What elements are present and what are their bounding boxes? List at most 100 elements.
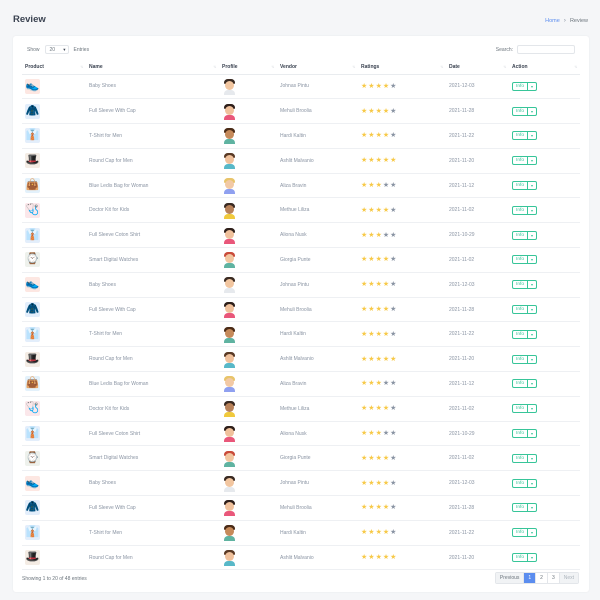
column-header-vendor[interactable]: Vendor ↑↓: [277, 60, 358, 75]
caret-down-icon[interactable]: ▾: [528, 156, 538, 166]
search-input[interactable]: [517, 45, 575, 54]
woman-curly-icon[interactable]: [222, 127, 237, 145]
info-button[interactable]: Info: [512, 81, 529, 91]
man-beard-icon[interactable]: [222, 78, 237, 95]
bag-icon[interactable]: 👜: [25, 178, 40, 194]
info-button[interactable]: Info: [512, 478, 529, 488]
shirt-icon[interactable]: 👔: [25, 227, 40, 243]
shoe-icon[interactable]: 👟: [25, 475, 40, 491]
hat-icon[interactable]: 🎩: [25, 550, 40, 566]
caret-down-icon[interactable]: ▾: [528, 503, 538, 513]
info-button[interactable]: Info: [512, 528, 529, 538]
caret-down-icon[interactable]: ▾: [528, 205, 538, 215]
info-button[interactable]: Info: [512, 503, 529, 513]
hoodie-icon[interactable]: 🧥: [25, 103, 40, 119]
info-button[interactable]: Info: [512, 453, 529, 463]
man-icon[interactable]: [222, 152, 237, 170]
info-button[interactable]: Info: [512, 280, 529, 290]
stethoscope-icon[interactable]: 🩺: [25, 401, 40, 417]
caret-down-icon[interactable]: ▾: [528, 453, 538, 463]
hoodie-icon[interactable]: 🧥: [25, 500, 40, 516]
woman-curly-icon[interactable]: [222, 524, 237, 542]
woman-blonde-icon[interactable]: [222, 375, 237, 393]
info-button[interactable]: Info: [512, 553, 529, 563]
info-button[interactable]: Info: [512, 404, 529, 414]
caret-down-icon[interactable]: ▾: [528, 429, 538, 439]
man-red-icon[interactable]: [222, 450, 237, 467]
woman-curly-icon[interactable]: [222, 326, 237, 343]
info-button[interactable]: Info: [512, 429, 529, 439]
caret-down-icon[interactable]: ▾: [528, 379, 538, 389]
previous-button[interactable]: Previous: [495, 573, 525, 583]
caret-down-icon[interactable]: ▾: [528, 81, 538, 91]
info-button[interactable]: Info: [512, 181, 529, 191]
man-icon[interactable]: [222, 549, 237, 567]
caret-down-icon[interactable]: ▾: [528, 131, 538, 141]
info-button[interactable]: Info: [512, 354, 529, 364]
caret-down-icon[interactable]: ▾: [528, 106, 538, 116]
column-header-label: Profile: [222, 63, 238, 70]
man-icon[interactable]: [222, 351, 237, 368]
column-header-profile[interactable]: Profile ↑↓: [219, 60, 277, 75]
caret-down-icon[interactable]: ▾: [528, 354, 538, 364]
woman-icon[interactable]: [222, 227, 237, 244]
rating-stars: ★ ★ ★ ★ ★: [361, 256, 446, 263]
shoe-icon[interactable]: 👟: [25, 78, 40, 94]
man-beard-icon[interactable]: [222, 475, 237, 492]
man-red-icon[interactable]: [222, 251, 237, 269]
shirt-icon[interactable]: 👔: [25, 326, 40, 342]
info-button[interactable]: Info: [512, 205, 529, 215]
info-button[interactable]: Info: [512, 255, 529, 265]
caret-down-icon[interactable]: ▾: [528, 280, 538, 290]
hat-icon[interactable]: 🎩: [25, 153, 40, 169]
column-header-date[interactable]: Date ↑↓: [446, 60, 509, 75]
info-button[interactable]: Info: [512, 156, 529, 166]
next-button[interactable]: Next: [559, 573, 578, 583]
woman-icon[interactable]: [222, 103, 237, 120]
info-button[interactable]: Info: [512, 106, 529, 116]
star-icon: ★: [361, 430, 368, 438]
info-button[interactable]: Info: [512, 379, 529, 389]
hoodie-icon[interactable]: 🧥: [25, 302, 40, 318]
caret-down-icon[interactable]: ▾: [528, 255, 538, 265]
man-yellow-icon[interactable]: [222, 202, 237, 219]
column-header-product[interactable]: Product ↑↓: [22, 60, 86, 75]
man-beard-icon[interactable]: [222, 276, 237, 294]
page-button-2[interactable]: 2: [536, 573, 548, 583]
caret-down-icon[interactable]: ▾: [528, 528, 538, 538]
info-button[interactable]: Info: [512, 230, 529, 240]
caret-down-icon[interactable]: ▾: [528, 553, 538, 563]
woman-icon[interactable]: [222, 425, 237, 443]
shirt-icon[interactable]: 👔: [25, 128, 40, 144]
shirt-icon[interactable]: 👔: [25, 426, 40, 442]
bag-icon[interactable]: 👜: [25, 376, 40, 392]
stethoscope-icon[interactable]: 🩺: [25, 202, 40, 218]
info-button[interactable]: Info: [512, 329, 529, 339]
caret-down-icon[interactable]: ▾: [528, 305, 538, 315]
column-header-action[interactable]: Action ↑↓: [509, 60, 580, 75]
woman-blonde-icon[interactable]: [222, 177, 237, 195]
caret-down-icon[interactable]: ▾: [528, 478, 538, 488]
woman-icon[interactable]: [222, 301, 237, 319]
caret-down-icon[interactable]: ▾: [528, 329, 538, 339]
column-header-ratings[interactable]: Ratings ↑↓: [358, 60, 446, 75]
breadcrumb-home-link[interactable]: Home: [545, 18, 560, 24]
man-yellow-icon[interactable]: [222, 400, 237, 418]
page-button-3[interactable]: 3: [547, 573, 560, 583]
page-size-select[interactable]: 20 ▾: [44, 45, 69, 54]
hat-icon[interactable]: 🎩: [25, 351, 40, 367]
info-button[interactable]: Info: [512, 131, 529, 141]
sort-icon: ↑↓: [352, 64, 356, 69]
shoe-icon[interactable]: 👟: [25, 277, 40, 293]
info-button[interactable]: Info: [512, 305, 529, 315]
vendor-name: Giorgia Punte: [277, 445, 358, 472]
caret-down-icon[interactable]: ▾: [528, 404, 538, 414]
column-header-name[interactable]: Name ↑↓: [86, 60, 219, 75]
woman-icon[interactable]: [222, 499, 237, 517]
page-button-1[interactable]: 1: [524, 573, 537, 583]
caret-down-icon[interactable]: ▾: [528, 181, 538, 191]
watch-icon[interactable]: ⌚: [25, 450, 40, 466]
shirt-icon[interactable]: 👔: [25, 525, 40, 541]
caret-down-icon[interactable]: ▾: [528, 230, 538, 240]
watch-icon[interactable]: ⌚: [25, 252, 40, 268]
